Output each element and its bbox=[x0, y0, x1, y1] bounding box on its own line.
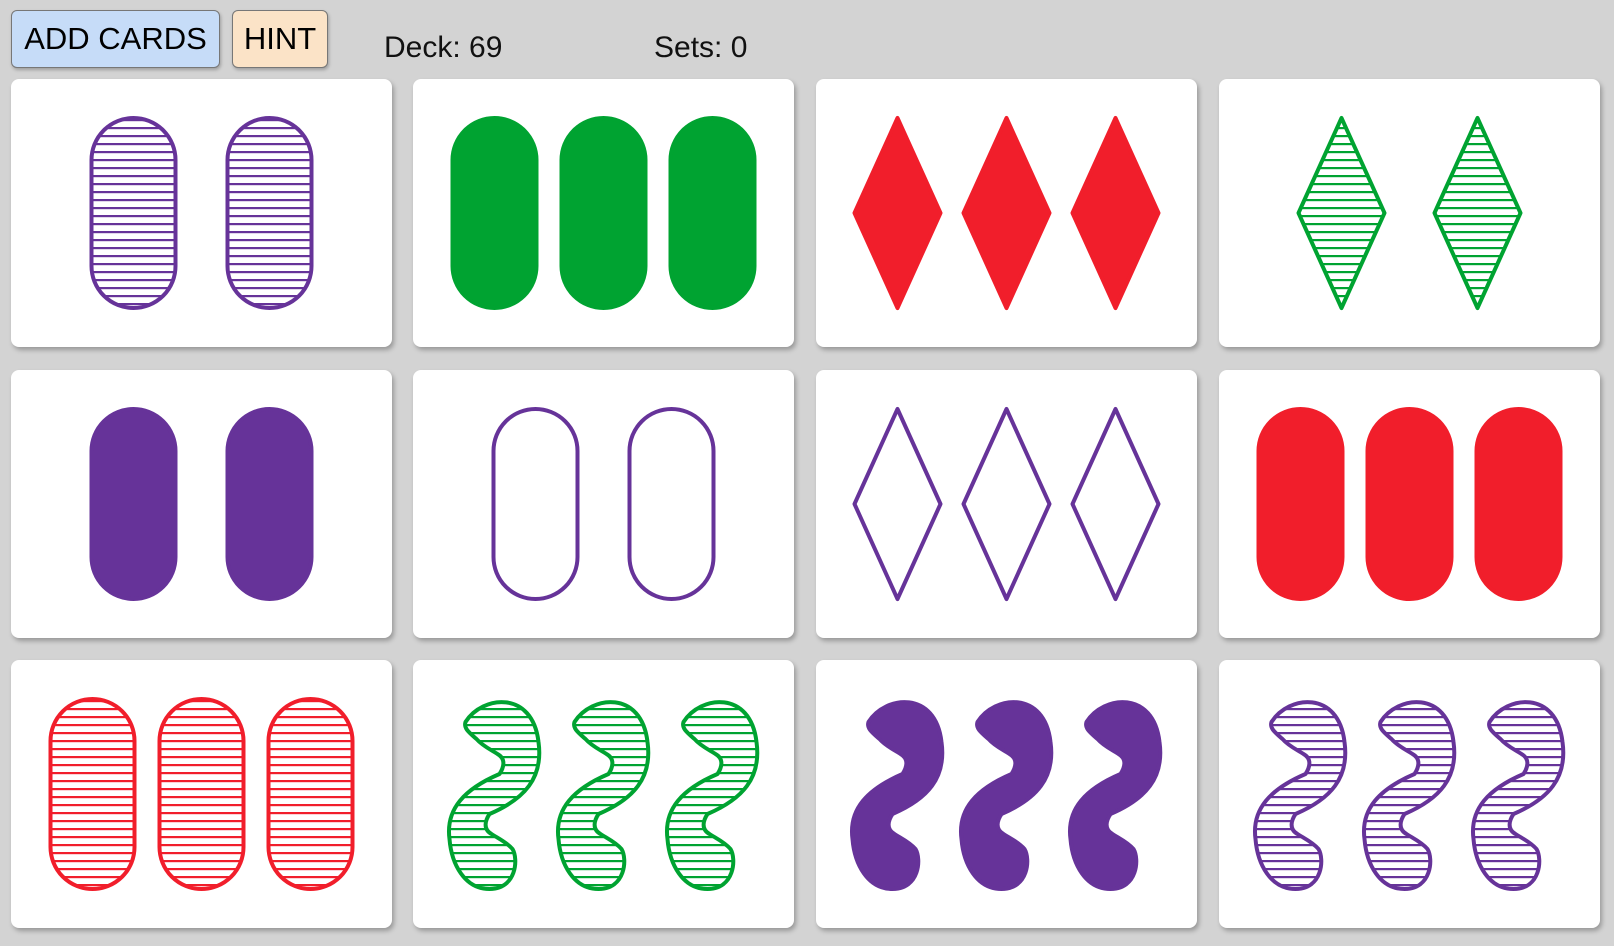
card-face bbox=[450, 116, 757, 310]
deck-count: Deck: 69 bbox=[384, 31, 503, 64]
oval-symbol bbox=[450, 116, 539, 310]
card[interactable] bbox=[11, 79, 392, 347]
oval-symbol bbox=[48, 697, 137, 891]
oval-symbol bbox=[157, 697, 246, 891]
card-face bbox=[1252, 700, 1566, 891]
diamond-symbol bbox=[961, 407, 1052, 601]
diamond-symbol bbox=[1070, 407, 1161, 601]
squiggle-symbol bbox=[664, 700, 760, 891]
card[interactable] bbox=[11, 370, 392, 638]
squiggle-symbol bbox=[1470, 700, 1566, 891]
card-face bbox=[48, 697, 355, 891]
card[interactable] bbox=[413, 660, 794, 928]
card-face bbox=[446, 700, 760, 891]
card[interactable] bbox=[1219, 660, 1600, 928]
card[interactable] bbox=[11, 660, 392, 928]
squiggle-symbol bbox=[849, 700, 945, 891]
card[interactable] bbox=[1219, 79, 1600, 347]
diamond-symbol bbox=[852, 407, 943, 601]
oval-symbol bbox=[1474, 407, 1563, 601]
oval-symbol bbox=[559, 116, 648, 310]
oval-symbol bbox=[266, 697, 355, 891]
squiggle-symbol bbox=[958, 700, 1054, 891]
diamond-symbol bbox=[961, 116, 1052, 310]
card-face bbox=[852, 407, 1161, 601]
card[interactable] bbox=[413, 79, 794, 347]
card-face bbox=[1296, 116, 1523, 310]
card[interactable] bbox=[816, 79, 1197, 347]
oval-symbol bbox=[89, 407, 178, 601]
oval-symbol bbox=[225, 116, 314, 310]
card[interactable] bbox=[816, 370, 1197, 638]
squiggle-symbol bbox=[555, 700, 651, 891]
toolbar: ADD CARDS HINT Deck: 69 Sets: 0 bbox=[0, 0, 1614, 74]
card-face bbox=[491, 407, 716, 601]
card-face bbox=[89, 407, 314, 601]
oval-symbol bbox=[627, 407, 716, 601]
squiggle-symbol bbox=[1252, 700, 1348, 891]
oval-symbol bbox=[491, 407, 580, 601]
oval-symbol bbox=[225, 407, 314, 601]
hint-button[interactable]: HINT bbox=[232, 10, 328, 68]
card[interactable] bbox=[816, 660, 1197, 928]
squiggle-symbol bbox=[1361, 700, 1457, 891]
card[interactable] bbox=[1219, 370, 1600, 638]
card-board bbox=[0, 0, 1614, 946]
squiggle-symbol bbox=[1067, 700, 1163, 891]
card-face bbox=[1256, 407, 1563, 601]
oval-symbol bbox=[1256, 407, 1345, 601]
add-cards-button[interactable]: ADD CARDS bbox=[11, 10, 220, 68]
oval-symbol bbox=[668, 116, 757, 310]
sets-count: Sets: 0 bbox=[654, 31, 748, 64]
diamond-symbol bbox=[1296, 116, 1387, 310]
card-face bbox=[89, 116, 314, 310]
diamond-symbol bbox=[1432, 116, 1523, 310]
diamond-symbol bbox=[1070, 116, 1161, 310]
card-face bbox=[852, 116, 1161, 310]
oval-symbol bbox=[1365, 407, 1454, 601]
card[interactable] bbox=[413, 370, 794, 638]
card-face bbox=[849, 700, 1163, 891]
diamond-symbol bbox=[852, 116, 943, 310]
oval-symbol bbox=[89, 116, 178, 310]
squiggle-symbol bbox=[446, 700, 542, 891]
